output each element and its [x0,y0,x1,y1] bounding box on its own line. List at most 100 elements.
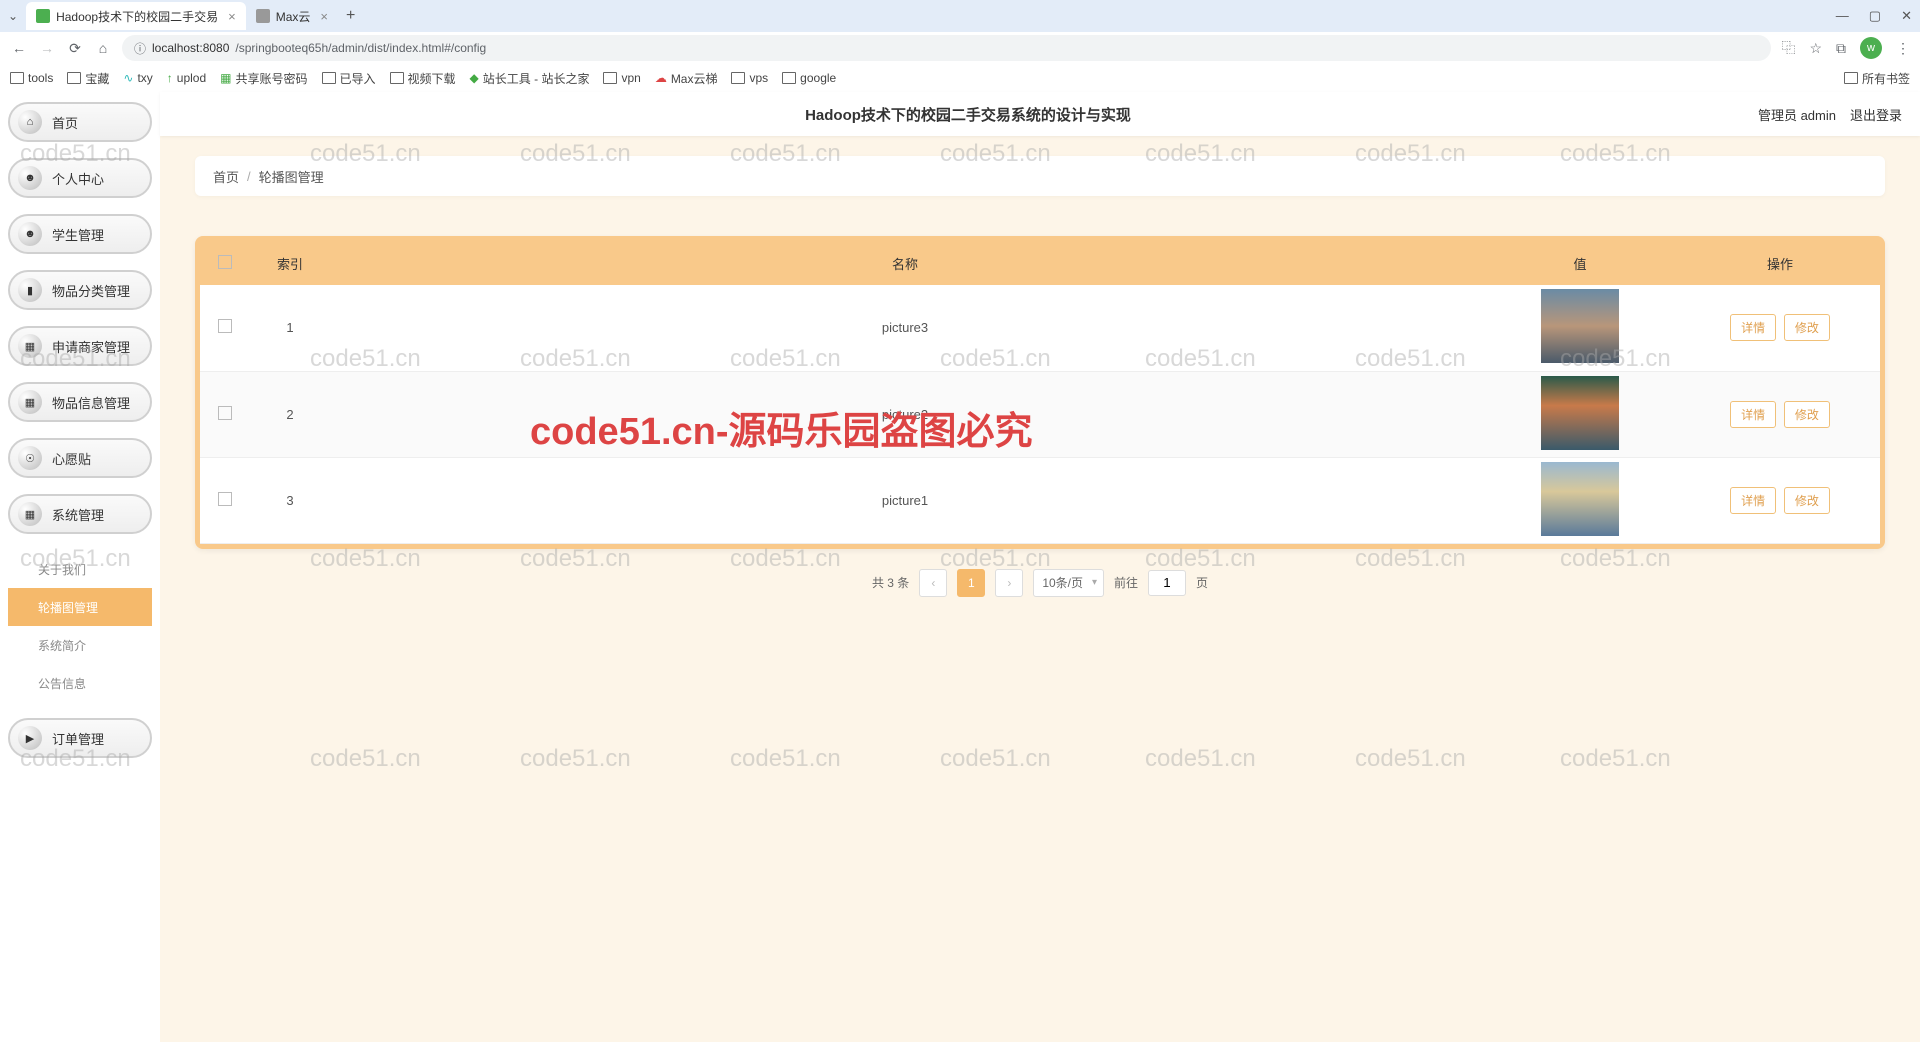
bookmark-item[interactable]: ▦共享账号密码 [220,70,307,87]
browser-tab[interactable]: Max云 × [246,2,338,30]
sidebar-label: 申请商家管理 [52,337,130,356]
cell-index: 1 [250,285,330,371]
chat-icon: ☉ [18,446,42,470]
back-icon[interactable]: ← [10,39,28,57]
maximize-icon[interactable]: ▢ [1869,8,1881,24]
sidebar-item-merchant[interactable]: ▦ 申请商家管理 [8,326,152,366]
favicon-icon [36,9,50,23]
bookmark-star-icon[interactable]: ☆ [1809,40,1822,57]
user-icon: ☻ [18,166,42,190]
grid-icon: ▦ [18,334,42,358]
browser-chrome: ⌄ Hadoop技术下的校园二手交易 × Max云 × + — ▢ ✕ ← → … [0,0,1920,92]
profile-avatar[interactable]: w [1860,37,1882,59]
sidebar-label: 学生管理 [52,225,104,244]
bookmark-item[interactable]: 已导入 [322,70,376,87]
table-row: 2 picture2 详情 修改 [200,371,1880,457]
chevron-down-icon[interactable]: ⌄ [8,9,18,23]
extensions-icon[interactable]: ⧉ [1836,40,1846,57]
sidebar-sub-notice[interactable]: 公告信息 [8,664,152,702]
sidebar-label: 个人中心 [52,169,104,188]
sidebar-item-home[interactable]: ⌂首页 [8,102,152,142]
cell-name: picture2 [330,371,1480,457]
bookmark-item[interactable]: ☁Max云梯 [655,70,718,87]
translate-icon[interactable]: ⿻ [1781,38,1795,58]
bookmark-item[interactable]: ∿txy [123,71,152,85]
logout-link[interactable]: 退出登录 [1850,105,1902,124]
menu-icon[interactable]: ⋮ [1896,40,1910,57]
sidebar-label: 物品分类管理 [52,281,130,300]
bookmark-item[interactable]: vps [731,71,768,85]
bookmark-item[interactable]: 视频下载 [390,70,456,87]
browser-tab-active[interactable]: Hadoop技术下的校园二手交易 × [26,2,246,30]
play-icon: ▶ [18,726,42,750]
folder-icon [10,72,24,84]
user-icon: ☻ [18,222,42,246]
pager-goto-input[interactable] [1148,570,1186,596]
checkbox[interactable] [218,406,232,420]
pager-size-select[interactable]: 10条/页 [1033,569,1104,597]
sidebar-label: 订单管理 [52,729,104,748]
pager-page-1[interactable]: 1 [957,569,985,597]
bookmark-item[interactable]: google [782,71,836,85]
sidebar-subnav: 关于我们 轮播图管理 系统简介 公告信息 [8,550,152,702]
pagination: 共 3 条 ‹ 1 › 10条/页 前往 页 [195,569,1885,597]
detail-button[interactable]: 详情 [1730,314,1776,341]
detail-button[interactable]: 详情 [1730,401,1776,428]
sidebar-sub-carousel[interactable]: 轮播图管理 [8,588,152,626]
grid-icon: ▦ [18,502,42,526]
bookmark-item[interactable]: vpn [603,71,640,85]
folder-icon [67,72,81,84]
close-icon[interactable]: ✕ [1901,8,1912,24]
user-label[interactable]: 管理员 admin [1758,105,1836,124]
sidebar-item-order[interactable]: ▶ 订单管理 [8,718,152,758]
link-icon: ☁ [655,71,667,85]
checkbox[interactable] [218,492,232,506]
folder-icon [322,72,336,84]
url-input[interactable]: ⓘ localhost:8080/springbooteq65h/admin/d… [122,35,1771,61]
link-icon: ▦ [220,71,231,85]
site-info-icon[interactable]: ⓘ [134,40,146,57]
sidebar-item-goods[interactable]: ▦物品信息管理 [8,382,152,422]
new-tab-button[interactable]: + [346,7,355,25]
pager-prev[interactable]: ‹ [919,569,947,597]
bookmark-bar: tools 宝藏 ∿txy ↑uplod ▦共享账号密码 已导入 视频下载 ◆站… [0,64,1920,92]
breadcrumb-home[interactable]: 首页 [213,167,239,186]
bookmark-item[interactable]: ◆站长工具 - 站长之家 [470,70,590,87]
sidebar-item-student[interactable]: ☻ 学生管理 [8,214,152,254]
tab-close-icon[interactable]: × [228,9,236,24]
edit-button[interactable]: 修改 [1784,487,1830,514]
sidebar-label: 系统管理 [52,505,104,524]
sidebar-sub-intro[interactable]: 系统简介 [8,626,152,664]
sidebar-sub-about[interactable]: 关于我们 [8,550,152,588]
reload-icon[interactable]: ⟳ [66,39,84,57]
breadcrumb-current: 轮播图管理 [259,167,324,186]
bookmark-all[interactable]: 所有书签 [1844,70,1910,87]
window-controls: — ▢ ✕ [1836,8,1912,24]
bookmark-item[interactable]: tools [10,71,53,85]
sidebar-item-profile[interactable]: ☻ 个人中心 [8,158,152,198]
minimize-icon[interactable]: — [1836,8,1849,24]
edit-button[interactable]: 修改 [1784,401,1830,428]
sidebar-item-system[interactable]: ▦ 系统管理 [8,494,152,534]
sidebar-item-wish[interactable]: ☉ 心愿贴 [8,438,152,478]
sidebar-label: 心愿贴 [52,449,91,468]
link-icon: ◆ [470,71,479,85]
tab-close-icon[interactable]: × [320,9,328,24]
sidebar-label: 物品信息管理 [52,393,130,412]
sidebar-item-category[interactable]: ▮物品分类管理 [8,270,152,310]
home-icon[interactable]: ⌂ [94,39,112,57]
folder-icon [1844,72,1858,84]
bookmark-item[interactable]: 宝藏 [67,70,109,87]
top-header: Hadoop技术下的校园二手交易系统的设计与实现 管理员 admin 退出登录 [160,92,1920,136]
checkbox[interactable] [218,319,232,333]
checkbox-all[interactable] [218,255,232,269]
tab-bar: ⌄ Hadoop技术下的校园二手交易 × Max云 × + — ▢ ✕ [0,0,1920,32]
bookmark-item[interactable]: ↑uplod [167,71,206,85]
forward-icon[interactable]: → [38,39,56,57]
url-path: /springbooteq65h/admin/dist/index.html#/… [235,41,486,55]
edit-button[interactable]: 修改 [1784,314,1830,341]
detail-button[interactable]: 详情 [1730,487,1776,514]
pager-next[interactable]: › [995,569,1023,597]
content-area: 首页 / 轮播图管理 索引 名称 值 操作 [160,136,1920,617]
link-icon: ∿ [123,71,133,85]
